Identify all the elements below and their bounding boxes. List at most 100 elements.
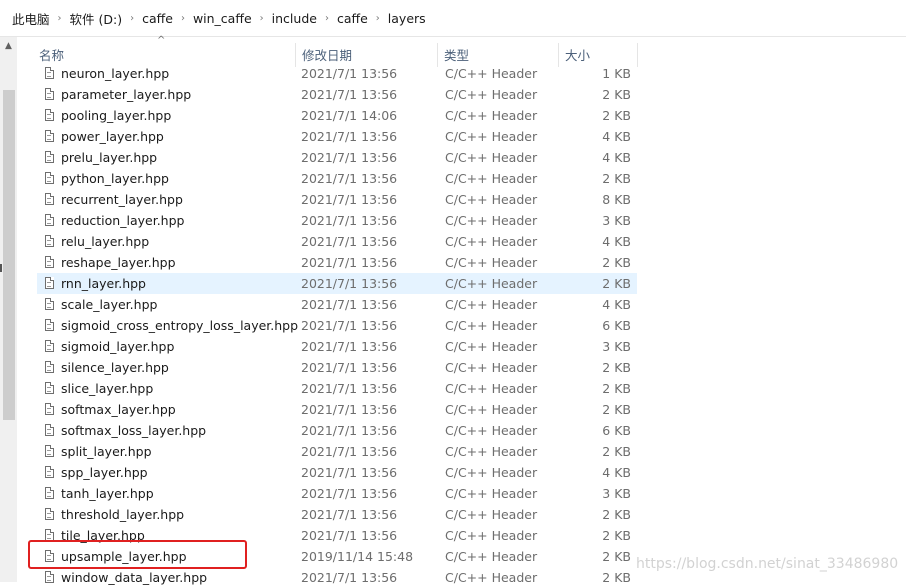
file-modified-date: 2021/7/1 13:56 xyxy=(301,486,398,501)
file-row[interactable]: tanh_layer.hpp 2021/7/1 13:56 C/C++ Header… xyxy=(37,483,637,504)
file-size: 6 KB xyxy=(602,318,631,333)
file-modified-date: 2021/7/1 13:56 xyxy=(301,570,398,585)
file-name: reshape_layer.hpp xyxy=(61,255,176,270)
file-row[interactable]: neuron_layer.hpp 2021/7/1 13:56 C/C++ Head… xyxy=(37,63,637,84)
scrollbar-thumb[interactable] xyxy=(3,90,15,420)
file-row[interactable]: softmax_loss_layer.hpp 2021/7/1 13:56 C/C+… xyxy=(37,420,637,441)
file-row[interactable]: window_data_layer.hpp 2021/7/1 13:56 C/C++… xyxy=(37,567,637,588)
file-row[interactable]: recurrent_layer.hpp 2021/7/1 13:56 C/C++ H… xyxy=(37,189,637,210)
file-row[interactable]: reshape_layer.hpp 2021/7/1 13:56 C/C++ Hea… xyxy=(37,252,637,273)
vertical-scrollbar[interactable]: ▲ xyxy=(0,37,17,582)
file-size: 2 KB xyxy=(602,171,631,186)
pane-splitter[interactable] xyxy=(0,264,2,272)
file-modified-date: 2021/7/1 13:56 xyxy=(301,423,398,438)
file-row[interactable]: spp_layer.hpp 2021/7/1 13:56 C/C++ Header 4… xyxy=(37,462,637,483)
file-modified-date: 2021/7/1 13:56 xyxy=(301,276,398,291)
header-file-icon xyxy=(45,571,54,583)
file-modified-date: 2019/11/14 15:48 xyxy=(301,549,414,564)
file-type: C/C++ Header xyxy=(445,570,538,585)
column-header-size-label: 大小 xyxy=(565,48,591,63)
file-size: 2 KB xyxy=(602,528,631,543)
file-row[interactable]: prelu_layer.hpp 2021/7/1 13:56 C/C++ Heade… xyxy=(37,147,637,168)
header-file-icon xyxy=(45,466,54,478)
breadcrumb-item[interactable]: include xyxy=(266,11,323,26)
header-file-icon xyxy=(45,193,54,205)
file-modified-date: 2021/7/1 13:56 xyxy=(301,192,398,207)
breadcrumb-separator-icon[interactable]: › xyxy=(258,13,266,24)
file-type: C/C++ Header xyxy=(445,507,538,522)
breadcrumb-item[interactable]: 软件 (D:) xyxy=(64,9,129,28)
file-row[interactable]: split_layer.hpp 2021/7/1 13:56 C/C++ Heade… xyxy=(37,441,637,462)
breadcrumb-separator-icon[interactable]: › xyxy=(374,13,382,24)
file-name: split_layer.hpp xyxy=(61,444,152,459)
file-name: sigmoid_cross_entropy_loss_layer.hpp xyxy=(61,318,299,333)
file-name: softmax_loss_layer.hpp xyxy=(61,423,207,438)
scroll-up-arrow-icon[interactable]: ▲ xyxy=(0,37,17,54)
file-size: 4 KB xyxy=(602,129,631,144)
breadcrumb: 此电脑 › 软件 (D:) › caffe › win_caffe › include › caff… xyxy=(0,0,906,37)
file-name: rnn_layer.hpp xyxy=(61,276,146,291)
file-modified-date: 2021/7/1 13:56 xyxy=(301,381,398,396)
file-row[interactable]: python_layer.hpp 2021/7/1 13:56 C/C++ Head… xyxy=(37,168,637,189)
file-type: C/C++ Header xyxy=(445,276,538,291)
file-row[interactable]: scale_layer.hpp 2021/7/1 13:56 C/C++ Heade… xyxy=(37,294,637,315)
file-size: 1 KB xyxy=(602,66,631,81)
file-row[interactable]: parameter_layer.hpp 2021/7/1 13:56 C/C++ H… xyxy=(37,84,637,105)
breadcrumb-separator-icon[interactable]: › xyxy=(179,13,187,24)
breadcrumb-separator-icon[interactable]: › xyxy=(323,13,331,24)
header-file-icon xyxy=(45,151,54,163)
header-file-icon xyxy=(45,424,54,436)
file-type: C/C++ Header xyxy=(445,234,538,249)
file-row[interactable]: sigmoid_cross_entropy_loss_layer.hpp 2021… xyxy=(37,315,637,336)
file-name: parameter_layer.hpp xyxy=(61,87,192,102)
file-type: C/C++ Header xyxy=(445,549,538,564)
file-row[interactable]: reduction_layer.hpp 2021/7/1 13:56 C/C++ H… xyxy=(37,210,637,231)
file-type: C/C++ Header xyxy=(445,108,538,123)
file-modified-date: 2021/7/1 13:56 xyxy=(301,528,398,543)
file-name: neuron_layer.hpp xyxy=(61,66,170,81)
file-modified-date: 2021/7/1 13:56 xyxy=(301,234,398,249)
file-row[interactable]: sigmoid_layer.hpp 2021/7/1 13:56 C/C++ Hea… xyxy=(37,336,637,357)
file-size: 3 KB xyxy=(602,486,631,501)
header-file-icon xyxy=(45,256,54,268)
file-modified-date: 2021/7/1 13:56 xyxy=(301,318,398,333)
breadcrumb-item[interactable]: 此电脑 xyxy=(0,9,56,28)
file-row[interactable]: silence_layer.hpp 2021/7/1 13:56 C/C++ Hea… xyxy=(37,357,637,378)
file-modified-date: 2021/7/1 13:56 xyxy=(301,402,398,417)
header-file-icon xyxy=(45,319,54,331)
file-name: silence_layer.hpp xyxy=(61,360,169,375)
file-row[interactable]: softmax_layer.hpp 2021/7/1 13:56 C/C++ Hea… xyxy=(37,399,637,420)
header-file-icon xyxy=(45,88,54,100)
breadcrumb-item[interactable]: caffe xyxy=(136,11,179,26)
breadcrumb-item[interactable]: layers xyxy=(382,11,432,26)
file-row[interactable]: pooling_layer.hpp 2021/7/1 14:06 C/C++ Hea… xyxy=(37,105,637,126)
file-name: sigmoid_layer.hpp xyxy=(61,339,175,354)
file-row[interactable]: threshold_layer.hpp 2021/7/1 13:56 C/C++ H… xyxy=(37,504,637,525)
file-name: slice_layer.hpp xyxy=(61,381,154,396)
file-name: scale_layer.hpp xyxy=(61,297,158,312)
file-type: C/C++ Header xyxy=(445,465,538,480)
file-row[interactable]: relu_layer.hpp 2021/7/1 13:56 C/C++ Header… xyxy=(37,231,637,252)
file-row[interactable]: rnn_layer.hpp 2021/7/1 13:56 C/C++ Header 2… xyxy=(37,273,637,294)
file-name: recurrent_layer.hpp xyxy=(61,192,183,207)
breadcrumb-item[interactable]: win_caffe xyxy=(187,11,258,26)
file-size: 4 KB xyxy=(602,297,631,312)
breadcrumb-separator-icon[interactable]: › xyxy=(56,13,64,24)
file-modified-date: 2021/7/1 13:56 xyxy=(301,66,398,81)
file-size: 2 KB xyxy=(602,360,631,375)
file-type: C/C++ Header xyxy=(445,171,538,186)
file-name: pooling_layer.hpp xyxy=(61,108,172,123)
breadcrumb-separator-icon[interactable]: › xyxy=(128,13,136,24)
file-type: C/C++ Header xyxy=(445,192,538,207)
header-file-icon xyxy=(45,109,54,121)
file-type: C/C++ Header xyxy=(445,339,538,354)
file-list: neuron_layer.hpp 2021/7/1 13:56 C/C++ Head… xyxy=(37,63,637,588)
file-row[interactable]: power_layer.hpp 2021/7/1 13:56 C/C++ Heade… xyxy=(37,126,637,147)
file-row[interactable]: slice_layer.hpp 2021/7/1 13:56 C/C++ Heade… xyxy=(37,378,637,399)
file-modified-date: 2021/7/1 13:56 xyxy=(301,129,398,144)
file-name: prelu_layer.hpp xyxy=(61,150,158,165)
file-type: C/C++ Header xyxy=(445,66,538,81)
file-type: C/C++ Header xyxy=(445,213,538,228)
file-type: C/C++ Header xyxy=(445,402,538,417)
breadcrumb-item[interactable]: caffe xyxy=(331,11,374,26)
